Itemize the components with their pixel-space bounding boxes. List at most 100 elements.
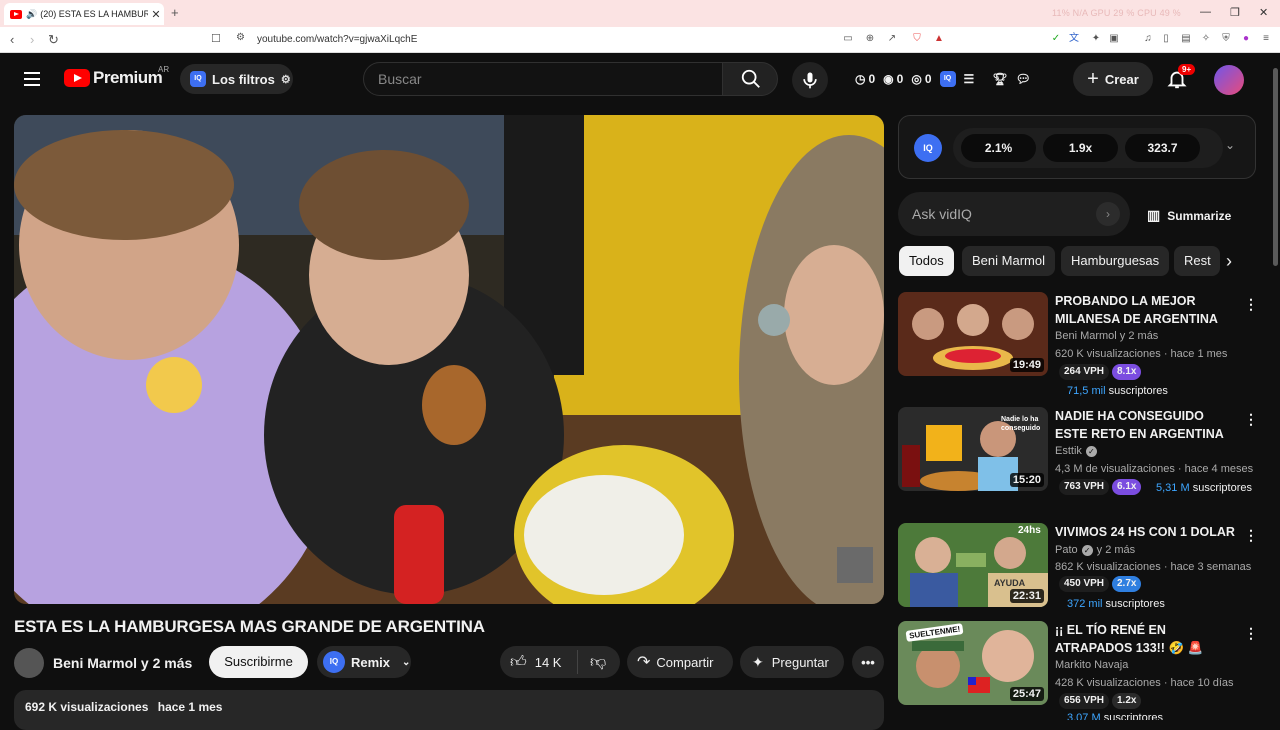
more-vertical-icon[interactable]: ⋮ (1244, 411, 1258, 428)
counter-watch[interactable]: ◎ 0 (911, 72, 931, 86)
hamburger-menu-icon[interactable] (24, 72, 40, 86)
dislike-button[interactable]: 👎︎ (578, 653, 606, 672)
browser-tab[interactable]: 🔊 (20) ESTA ES LA HAMBURGESA ✕ (4, 3, 164, 25)
create-button[interactable]: + Crear (1073, 62, 1153, 96)
plus-icon: + (1087, 67, 1099, 90)
channel-name[interactable]: Beni Marmol y 2 más (1055, 330, 1158, 342)
recommendation-item[interactable]: 24hs AYUDA 22:31 VIVIMOS 24 HS CON 1 DOL… (898, 523, 1258, 615)
ai-icon[interactable]: ✧ (1200, 33, 1212, 45)
search-input[interactable]: Buscar (363, 62, 723, 96)
vph-badge: 264 VPH (1059, 364, 1110, 380)
video-title: NADIE HA CONSEGUIDO ESTE RETO EN ARGENTI… (1055, 409, 1224, 441)
bookmark-icon[interactable]: ☐ (211, 32, 221, 45)
send-icon[interactable]: › (1096, 202, 1120, 226)
view-count: 692 K visualizaciones (25, 700, 149, 714)
forward-icon[interactable]: › (30, 32, 34, 47)
video-meta: 428 K visualizaciones · hace 10 días (1055, 677, 1234, 689)
trophy-icon[interactable]: 🏆︎ (992, 72, 1007, 86)
vpn-icon[interactable]: ⛨ (1220, 33, 1232, 45)
extension-icon[interactable]: ✓ (1050, 33, 1062, 45)
screenshot-icon[interactable]: ▣ (1108, 33, 1120, 45)
ask-button[interactable]: ✦ Preguntar (740, 646, 844, 678)
back-icon[interactable]: ‹ (10, 32, 14, 47)
summarize-button[interactable]: ▥ Summarize (1147, 207, 1231, 224)
profile-icon[interactable]: ● (1240, 33, 1252, 45)
verified-icon: ✓ (1081, 544, 1093, 556)
list-icon[interactable]: ☰ (964, 72, 975, 86)
url-field[interactable]: youtube.com/watch?v=gjwaXiLqchE (257, 34, 417, 45)
recommendation-item[interactable]: SUELTENME! 25:47 ¡¡ EL TÍO RENÉ EN ATRAP… (898, 621, 1258, 720)
ask-label: Preguntar (771, 654, 829, 670)
translate-icon[interactable]: 文 (1068, 33, 1080, 45)
recommendation-item[interactable]: 19:49 PROBANDO LA MEJOR MILANESA DE ARGE… (898, 292, 1258, 402)
video-thumbnail[interactable]: 19:49 (898, 292, 1048, 376)
ask-vidiq-input[interactable]: Ask vidIQ › (898, 192, 1130, 236)
subs-number: 71,5 mil (1067, 385, 1106, 397)
summarize-label: Summarize (1167, 208, 1232, 223)
page-scrollbar[interactable] (1271, 54, 1280, 720)
channel-avatar[interactable] (14, 648, 44, 678)
voice-search-button[interactable] (792, 62, 828, 98)
restore-icon[interactable]: ❐ (1230, 6, 1240, 19)
zoom-icon[interactable]: ⊕ (864, 33, 876, 45)
chip-rest[interactable]: Rest (1174, 246, 1220, 276)
description-box[interactable]: 692 K visualizaciones hace 1 mes (14, 690, 884, 730)
create-label: Crear (1104, 71, 1139, 87)
channel-name[interactable]: Pato ✓ y 2 más (1055, 544, 1135, 556)
video-player[interactable] (14, 115, 884, 604)
sidebar-icon[interactable]: ▯ (1160, 33, 1172, 45)
account-avatar[interactable] (1214, 65, 1244, 95)
filters-button[interactable]: IQ Los filtros ⚙ (180, 64, 293, 94)
verified-icon: ✓ (1085, 445, 1097, 457)
counter-clock[interactable]: ◷ 0 (855, 72, 875, 86)
audio-icon[interactable]: 🔊 (26, 9, 37, 20)
more-vertical-icon[interactable]: ⋮ (1244, 296, 1258, 313)
new-tab-button[interactable]: + (171, 5, 179, 20)
vidiq-icon[interactable]: IQ (939, 71, 956, 87)
channel-name[interactable]: Beni Marmol y 2 más (53, 655, 192, 671)
subscriber-count: 372 mil suscriptores (1067, 598, 1165, 610)
chip-hamburguesas[interactable]: Hamburguesas (1061, 246, 1170, 276)
chevron-right-icon[interactable]: › (1226, 251, 1232, 272)
subscribe-button[interactable]: Suscribirme (209, 646, 308, 678)
share-button[interactable]: ↷ Compartir (627, 646, 733, 678)
youtube-premium-logo[interactable]: Premium AR (64, 65, 169, 88)
remix-button[interactable]: IQ Remix ⌄ (317, 646, 411, 678)
menu-icon[interactable]: ≡ (1260, 33, 1272, 45)
ask-placeholder: Ask vidIQ (912, 206, 972, 222)
reload-icon[interactable]: ↻ (48, 32, 59, 48)
more-vertical-icon[interactable]: ⋮ (1244, 625, 1258, 642)
close-tab-icon[interactable]: ✕ (148, 8, 164, 21)
scrollbar-thumb[interactable] (1273, 68, 1278, 266)
cast-icon[interactable]: ▭ (842, 33, 854, 45)
extensions-puzzle-icon[interactable]: ✦ (1090, 33, 1102, 45)
counter-views[interactable]: ◉ 0 (883, 72, 903, 86)
share-page-icon[interactable]: ↗ (886, 33, 898, 45)
more-actions-button[interactable]: ••• (852, 646, 884, 678)
site-info-icon[interactable]: ⚙ (236, 32, 245, 43)
chevron-down-icon[interactable]: ⌄ (1225, 138, 1235, 152)
chip-beni-marmol[interactable]: Beni Marmol (962, 246, 1055, 276)
minimize-icon[interactable]: — (1200, 6, 1211, 18)
video-thumbnail[interactable]: Nadie lo ha conseguido 15:20 (898, 407, 1048, 491)
book-icon: ▥ (1147, 207, 1161, 223)
wallet-icon[interactable]: ▤ (1180, 33, 1192, 45)
search-button[interactable] (722, 62, 778, 96)
close-window-icon[interactable]: ✕ (1259, 6, 1268, 19)
chat-icon[interactable]: 💬︎ (1016, 72, 1031, 86)
subs-number: 3,07 M (1067, 712, 1101, 720)
recommendation-item[interactable]: Nadie lo ha conseguido 15:20 NADIE HA CON… (898, 407, 1258, 517)
sparkle-icon: ✦ (752, 653, 764, 670)
video-thumbnail[interactable]: SUELTENME! 25:47 (898, 621, 1048, 705)
music-icon[interactable]: ♫ (1142, 33, 1154, 45)
like-button[interactable]: 👍︎ 14 K (500, 650, 578, 674)
more-vertical-icon[interactable]: ⋮ (1244, 527, 1258, 544)
chip-todos[interactable]: Todos (899, 246, 954, 276)
video-thumbnail[interactable]: 24hs AYUDA 22:31 (898, 523, 1048, 607)
thumbnail-text: 24hs (1018, 525, 1041, 536)
channel-name[interactable]: Markito Navaja (1055, 659, 1128, 671)
vidiq-icon: IQ (190, 71, 206, 87)
channel-name[interactable]: Esttik ✓ (1055, 445, 1097, 457)
rewards-icon[interactable]: ▲ (933, 33, 945, 45)
brave-shield-icon[interactable]: ⛉ (911, 33, 923, 45)
